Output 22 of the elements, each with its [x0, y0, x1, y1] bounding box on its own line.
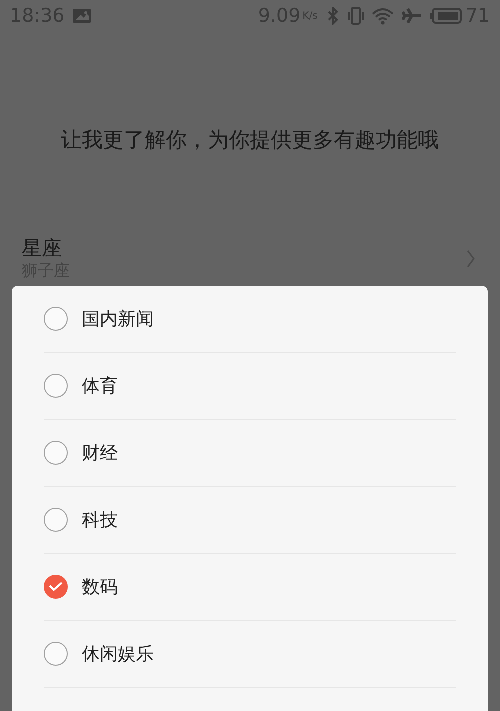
wifi-icon [372, 8, 394, 24]
radio-button[interactable] [44, 307, 68, 331]
vibrate-icon [348, 7, 364, 25]
check-icon [49, 582, 63, 592]
airplane-icon [402, 7, 422, 25]
radio-button[interactable] [44, 374, 68, 398]
radio-button[interactable] [44, 508, 68, 532]
chevron-right-icon [466, 249, 476, 269]
option-label: 财经 [82, 442, 118, 465]
battery-icon [430, 8, 462, 24]
option-label: 科技 [82, 509, 118, 532]
option-label: 国内新闻 [82, 308, 154, 331]
setting-title: 星座 [22, 236, 63, 260]
prompt-text: 让我更了解你，为你提供更多有趣功能哦 [61, 127, 439, 154]
bluetooth-icon [326, 7, 340, 25]
option-label: 休闲娱乐 [82, 643, 154, 666]
radio-button[interactable] [44, 642, 68, 666]
checked-radio[interactable] [44, 575, 68, 599]
image-icon [72, 9, 91, 23]
radio-button[interactable] [44, 441, 68, 465]
option-label: 体育 [82, 375, 118, 398]
option-label: 数码 [82, 576, 118, 599]
